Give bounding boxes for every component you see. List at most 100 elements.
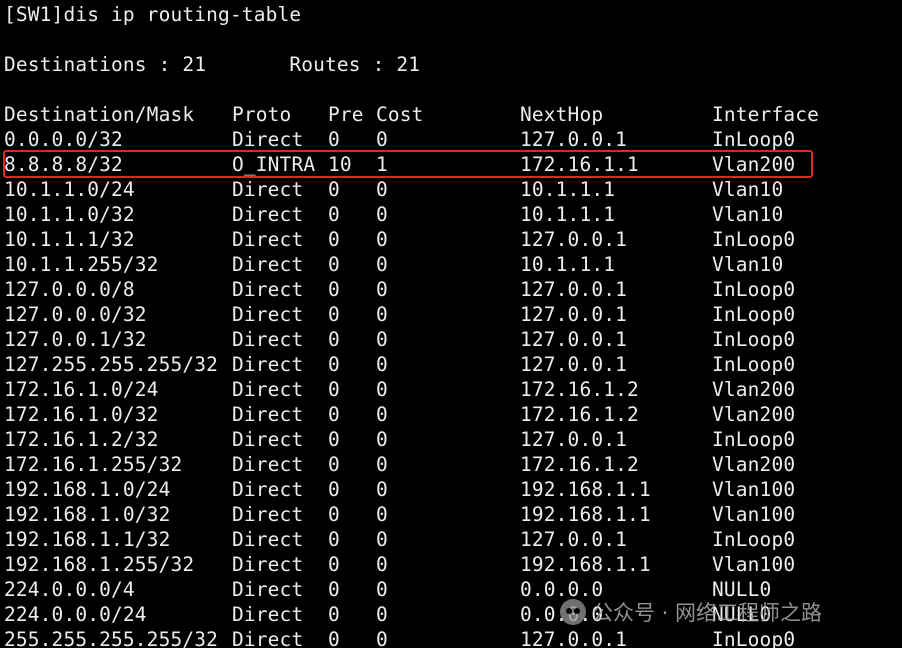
route-interface: Vlan200 <box>712 378 796 401</box>
route-proto: Direct <box>232 403 304 426</box>
route-destination: 255.255.255.255/32 <box>4 628 219 648</box>
route-nexthop: 127.0.0.1 <box>520 628 628 648</box>
route-proto: Direct <box>232 303 304 326</box>
route-cost: 0 <box>376 578 388 601</box>
highlight-box <box>3 150 813 178</box>
header-interface: Interface <box>712 103 820 126</box>
route-destination: 172.16.1.255/32 <box>4 453 183 476</box>
route-pre: 0 <box>328 453 340 476</box>
route-interface: InLoop0 <box>712 428 796 451</box>
route-pre: 0 <box>328 478 340 501</box>
header-proto: Proto <box>232 103 292 126</box>
route-pre: 0 <box>328 128 340 151</box>
route-nexthop: 127.0.0.1 <box>520 528 628 551</box>
route-destination: 10.1.1.0/32 <box>4 203 135 226</box>
route-cost: 0 <box>376 328 388 351</box>
route-proto: Direct <box>232 603 304 626</box>
route-destination: 127.0.0.0/8 <box>4 278 135 301</box>
route-cost: 0 <box>376 278 388 301</box>
route-proto: Direct <box>232 453 304 476</box>
route-proto: Direct <box>232 128 304 151</box>
route-cost: 0 <box>376 553 388 576</box>
route-destination: 192.168.1.0/24 <box>4 478 171 501</box>
route-pre: 0 <box>328 528 340 551</box>
route-interface: Vlan10 <box>712 178 784 201</box>
route-interface: Vlan10 <box>712 253 784 276</box>
route-cost: 0 <box>376 303 388 326</box>
route-destination: 0.0.0.0/32 <box>4 128 123 151</box>
route-nexthop: 127.0.0.1 <box>520 428 628 451</box>
route-destination: 224.0.0.0/4 <box>4 578 135 601</box>
route-destination: 192.168.1.1/32 <box>4 528 171 551</box>
table-header: Destination/Mask Proto Pre Cost NextHop … <box>4 102 819 127</box>
watermark-text: 公众号 · 网络工程师之路 <box>592 601 823 625</box>
route-pre: 0 <box>328 378 340 401</box>
route-destination: 172.16.1.0/32 <box>4 403 159 426</box>
route-cost: 0 <box>376 403 388 426</box>
route-destination: 10.1.1.1/32 <box>4 228 135 251</box>
route-nexthop: 127.0.0.1 <box>520 328 628 351</box>
route-destination: 10.1.1.255/32 <box>4 253 159 276</box>
route-pre: 0 <box>328 228 340 251</box>
route-proto: Direct <box>232 253 304 276</box>
route-interface: InLoop0 <box>712 628 796 648</box>
wechat-icon <box>560 599 586 625</box>
route-interface: Vlan10 <box>712 203 784 226</box>
route-proto: Direct <box>232 203 304 226</box>
route-pre: 0 <box>328 428 340 451</box>
route-interface: Vlan100 <box>712 553 796 576</box>
route-proto: Direct <box>232 178 304 201</box>
route-cost: 0 <box>376 628 388 648</box>
route-interface: InLoop0 <box>712 228 796 251</box>
header-pre: Pre <box>328 103 364 126</box>
route-destination: 127.0.0.1/32 <box>4 328 147 351</box>
header-cost: Cost <box>376 103 424 126</box>
route-cost: 0 <box>376 428 388 451</box>
route-nexthop: 127.0.0.1 <box>520 303 628 326</box>
route-pre: 0 <box>328 578 340 601</box>
route-pre: 0 <box>328 553 340 576</box>
route-nexthop: 10.1.1.1 <box>520 203 616 226</box>
route-nexthop: 127.0.0.1 <box>520 353 628 376</box>
route-cost: 0 <box>376 128 388 151</box>
route-cost: 0 <box>376 253 388 276</box>
route-cost: 0 <box>376 528 388 551</box>
command-line: [SW1]dis ip routing-table <box>4 3 302 26</box>
header-destination: Destination/Mask <box>4 103 195 126</box>
terminal-window[interactable]: [SW1]dis ip routing-table Destinations :… <box>0 0 902 648</box>
watermark: 公众号 · 网络工程师之路 <box>560 596 822 628</box>
route-proto: Direct <box>232 553 304 576</box>
routes-summary: Destinations : 21 Routes : 21 <box>4 53 421 76</box>
route-proto: Direct <box>232 578 304 601</box>
route-nexthop: 192.168.1.1 <box>520 478 651 501</box>
route-proto: Direct <box>232 478 304 501</box>
route-pre: 0 <box>328 603 340 626</box>
route-pre: 0 <box>328 203 340 226</box>
route-pre: 0 <box>328 253 340 276</box>
route-pre: 0 <box>328 303 340 326</box>
route-nexthop: 172.16.1.2 <box>520 403 639 426</box>
route-proto: Direct <box>232 278 304 301</box>
route-cost: 0 <box>376 178 388 201</box>
route-cost: 0 <box>376 453 388 476</box>
route-pre: 0 <box>328 503 340 526</box>
route-interface: InLoop0 <box>712 278 796 301</box>
route-interface: Vlan200 <box>712 453 796 476</box>
route-proto: Direct <box>232 378 304 401</box>
route-interface: InLoop0 <box>712 528 796 551</box>
route-interface: Vlan100 <box>712 503 796 526</box>
route-interface: InLoop0 <box>712 128 796 151</box>
route-cost: 0 <box>376 603 388 626</box>
route-interface: InLoop0 <box>712 353 796 376</box>
route-nexthop: 192.168.1.1 <box>520 553 651 576</box>
route-cost: 0 <box>376 478 388 501</box>
route-nexthop: 172.16.1.2 <box>520 453 639 476</box>
route-pre: 0 <box>328 403 340 426</box>
route-interface: InLoop0 <box>712 328 796 351</box>
route-pre: 0 <box>328 628 340 648</box>
route-destination: 127.255.255.255/32 <box>4 353 219 376</box>
route-pre: 0 <box>328 328 340 351</box>
route-interface: Vlan200 <box>712 403 796 426</box>
route-nexthop: 10.1.1.1 <box>520 178 616 201</box>
route-proto: Direct <box>232 353 304 376</box>
